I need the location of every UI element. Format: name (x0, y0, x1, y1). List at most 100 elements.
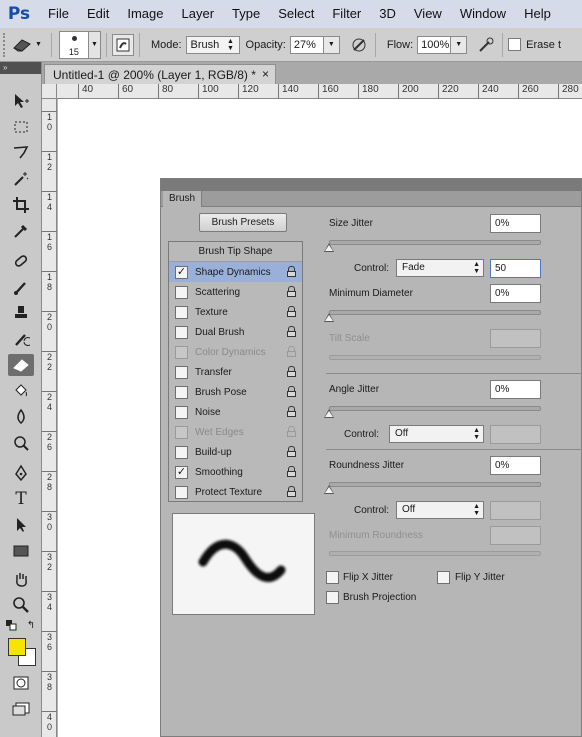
brush-preset-picker[interactable]: 15 (58, 30, 89, 59)
tab-brush[interactable]: Brush (163, 191, 203, 207)
menu-filter[interactable]: Filter (323, 0, 370, 28)
eyedropper-tool-icon[interactable] (8, 220, 34, 242)
menu-window[interactable]: Window (451, 0, 515, 28)
brush-setting-checkbox[interactable] (175, 485, 188, 499)
pen-tool-icon[interactable] (8, 462, 34, 484)
pressure-opacity-icon[interactable] (348, 34, 370, 56)
brush-setting-item[interactable]: Scattering (169, 282, 302, 302)
clone-stamp-tool-icon[interactable] (8, 302, 34, 324)
menu-help[interactable]: Help (515, 0, 560, 28)
size-control-select[interactable]: Fade ▲ ▼ (396, 259, 484, 277)
rectangle-tool-icon[interactable] (8, 540, 34, 562)
brush-tool-icon[interactable] (8, 276, 34, 298)
lock-icon[interactable] (287, 486, 296, 497)
opacity-input[interactable]: 27% (289, 35, 324, 54)
roundness-control-select[interactable]: Off ▲ ▼ (396, 501, 484, 519)
eraser-tool-icon[interactable] (8, 354, 34, 376)
healing-brush-tool-icon[interactable] (8, 250, 34, 272)
airbrush-icon[interactable] (475, 34, 497, 56)
lock-icon[interactable] (287, 406, 296, 417)
size-jitter-input[interactable]: 0% (490, 214, 541, 233)
flip-y-jitter-checkbox[interactable] (437, 571, 450, 584)
menu-3d[interactable]: 3D (370, 0, 405, 28)
roundness-jitter-slider[interactable] (324, 482, 541, 494)
minimum-diameter-slider[interactable] (324, 310, 541, 322)
ruler-origin[interactable] (42, 84, 57, 99)
brush-setting-checkbox[interactable] (175, 305, 188, 319)
collapse-toolbar-icon[interactable]: » (0, 62, 41, 74)
lasso-tool-icon[interactable] (8, 142, 34, 164)
lock-icon[interactable] (287, 446, 296, 457)
tool-preset-dropdown-icon[interactable]: ▼ (35, 41, 42, 48)
brush-setting-item[interactable]: Brush Pose (169, 382, 302, 402)
slider-thumb[interactable] (324, 243, 334, 252)
mode-select[interactable]: Brush ▲ ▼ (185, 35, 240, 54)
slider-thumb[interactable] (324, 485, 334, 494)
brush-setting-checkbox[interactable]: ✓ (175, 465, 188, 479)
brush-setting-checkbox[interactable] (175, 445, 188, 459)
lock-icon[interactable] (287, 326, 296, 337)
size-jitter-slider[interactable] (324, 240, 541, 252)
brush-tip-shape-item[interactable]: Brush Tip Shape (169, 242, 302, 262)
brush-presets-button[interactable]: Brush Presets (199, 213, 287, 232)
lock-icon[interactable] (287, 266, 296, 277)
brush-projection-checkbox[interactable] (326, 591, 339, 604)
fade-steps-input[interactable]: 50 (490, 259, 541, 278)
default-colors-icon[interactable] (4, 618, 18, 632)
erase-to-history-checkbox[interactable] (508, 38, 522, 51)
type-tool-icon[interactable]: T (8, 488, 34, 510)
menu-image[interactable]: Image (118, 0, 172, 28)
lock-icon[interactable] (287, 386, 296, 397)
blur-tool-icon[interactable] (8, 406, 34, 428)
brush-setting-item[interactable]: Noise (169, 402, 302, 422)
menu-layer[interactable]: Layer (173, 0, 224, 28)
menu-file[interactable]: File (38, 0, 78, 28)
brush-setting-checkbox[interactable] (175, 365, 188, 379)
panel-title-bar[interactable] (161, 179, 581, 191)
brush-setting-checkbox[interactable] (175, 385, 188, 399)
lock-icon[interactable] (287, 466, 296, 477)
flow-input[interactable]: 100% (417, 35, 452, 54)
menu-type[interactable]: Type (223, 0, 269, 28)
marquee-tool-icon[interactable] (8, 116, 34, 138)
brush-setting-item[interactable]: Build-up (169, 442, 302, 462)
menu-select[interactable]: Select (269, 0, 323, 28)
brush-setting-item[interactable]: ✓ Smoothing (169, 462, 302, 482)
magic-wand-tool-icon[interactable] (8, 168, 34, 190)
lock-icon[interactable] (287, 366, 296, 377)
crop-tool-icon[interactable] (8, 194, 34, 216)
brush-setting-item[interactable]: ✓ Shape Dynamics (169, 262, 302, 282)
foreground-color-swatch[interactable] (8, 638, 26, 656)
brush-setting-checkbox[interactable] (175, 325, 188, 339)
eraser-tool-icon[interactable] (9, 34, 35, 56)
minimum-diameter-input[interactable]: 0% (490, 284, 541, 303)
lock-icon[interactable] (287, 306, 296, 317)
angle-jitter-input[interactable]: 0% (490, 380, 541, 399)
slider-thumb[interactable] (324, 409, 334, 418)
quick-mask-icon[interactable] (8, 672, 34, 694)
flow-dropdown-icon[interactable]: ▼ (451, 35, 468, 54)
brush-setting-item[interactable]: Dual Brush (169, 322, 302, 342)
move-tool-icon[interactable] (8, 90, 34, 112)
brush-setting-item[interactable]: Texture (169, 302, 302, 322)
menu-view[interactable]: View (405, 0, 451, 28)
menu-edit[interactable]: Edit (78, 0, 118, 28)
hand-tool-icon[interactable] (8, 568, 34, 590)
roundness-jitter-input[interactable]: 0% (490, 456, 541, 475)
path-selection-tool-icon[interactable] (8, 514, 34, 536)
slider-thumb[interactable] (324, 313, 334, 322)
screen-mode-icon[interactable] (8, 698, 34, 720)
brush-setting-item[interactable]: Protect Texture (169, 482, 302, 502)
dodge-tool-icon[interactable] (8, 432, 34, 454)
brush-setting-checkbox[interactable]: ✓ (175, 265, 188, 279)
opacity-dropdown-icon[interactable]: ▼ (323, 35, 340, 54)
close-icon[interactable]: × (262, 67, 269, 81)
angle-jitter-slider[interactable] (324, 406, 541, 418)
toggle-brush-panel-icon[interactable] (111, 33, 134, 56)
history-brush-tool-icon[interactable] (8, 328, 34, 350)
swap-colors-icon[interactable]: ↰ (24, 618, 38, 632)
brush-setting-item[interactable]: Transfer (169, 362, 302, 382)
paint-bucket-tool-icon[interactable] (8, 380, 34, 402)
angle-control-select[interactable]: Off ▲ ▼ (389, 425, 484, 443)
flip-x-jitter-checkbox[interactable] (326, 571, 339, 584)
